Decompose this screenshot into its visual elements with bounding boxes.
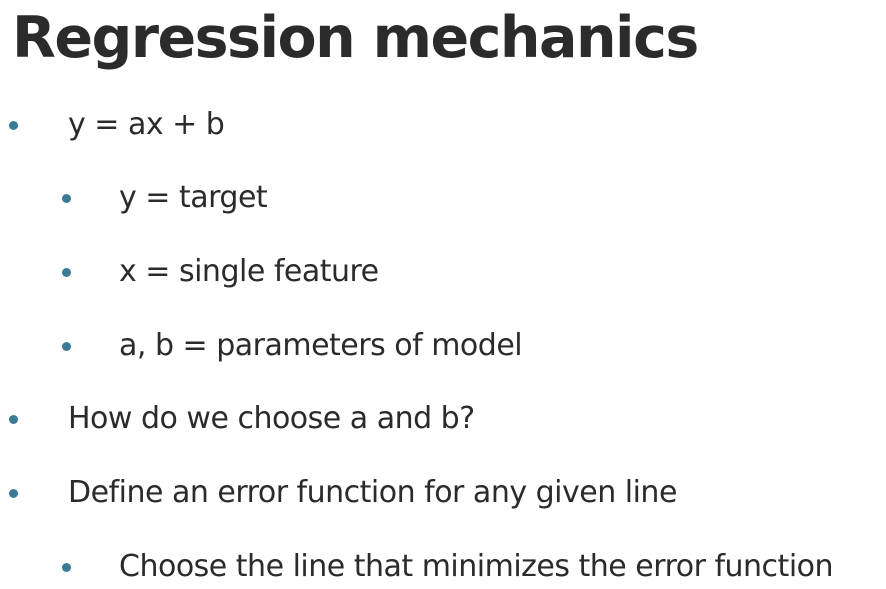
bullet-text: y = target xyxy=(119,180,268,215)
sub-bullet-item: y = target xyxy=(0,176,886,220)
bullet-dot-icon xyxy=(62,563,71,572)
bullet-text: How do we choose a and b? xyxy=(68,401,475,436)
bullet-dot-icon xyxy=(9,489,18,498)
bullet-item: y = ax + b xyxy=(0,103,886,147)
bullet-text: Choose the line that minimizes the error… xyxy=(119,549,834,584)
slide: Regression mechanics y = ax + b y = targ… xyxy=(0,0,886,589)
sub-bullet-item: a, b = parameters of model xyxy=(0,324,886,368)
bullet-text: y = ax + b xyxy=(68,107,225,142)
sub-bullet-item: Choose the line that minimizes the error… xyxy=(0,545,886,589)
slide-title: Regression mechanics xyxy=(12,5,699,71)
sub-bullet-item: x = single feature xyxy=(0,250,886,294)
bullet-dot-icon xyxy=(9,121,18,130)
bullet-dot-icon xyxy=(62,194,71,203)
bullet-dot-icon xyxy=(9,415,18,424)
bullet-text: Define an error function for any given l… xyxy=(68,475,677,510)
bullet-dot-icon xyxy=(62,342,71,351)
bullet-text: x = single feature xyxy=(119,254,379,289)
bullet-item: How do we choose a and b? xyxy=(0,397,886,441)
bullet-text: a, b = parameters of model xyxy=(119,328,523,363)
bullet-dot-icon xyxy=(62,268,71,277)
bullet-item: Define an error function for any given l… xyxy=(0,471,886,515)
